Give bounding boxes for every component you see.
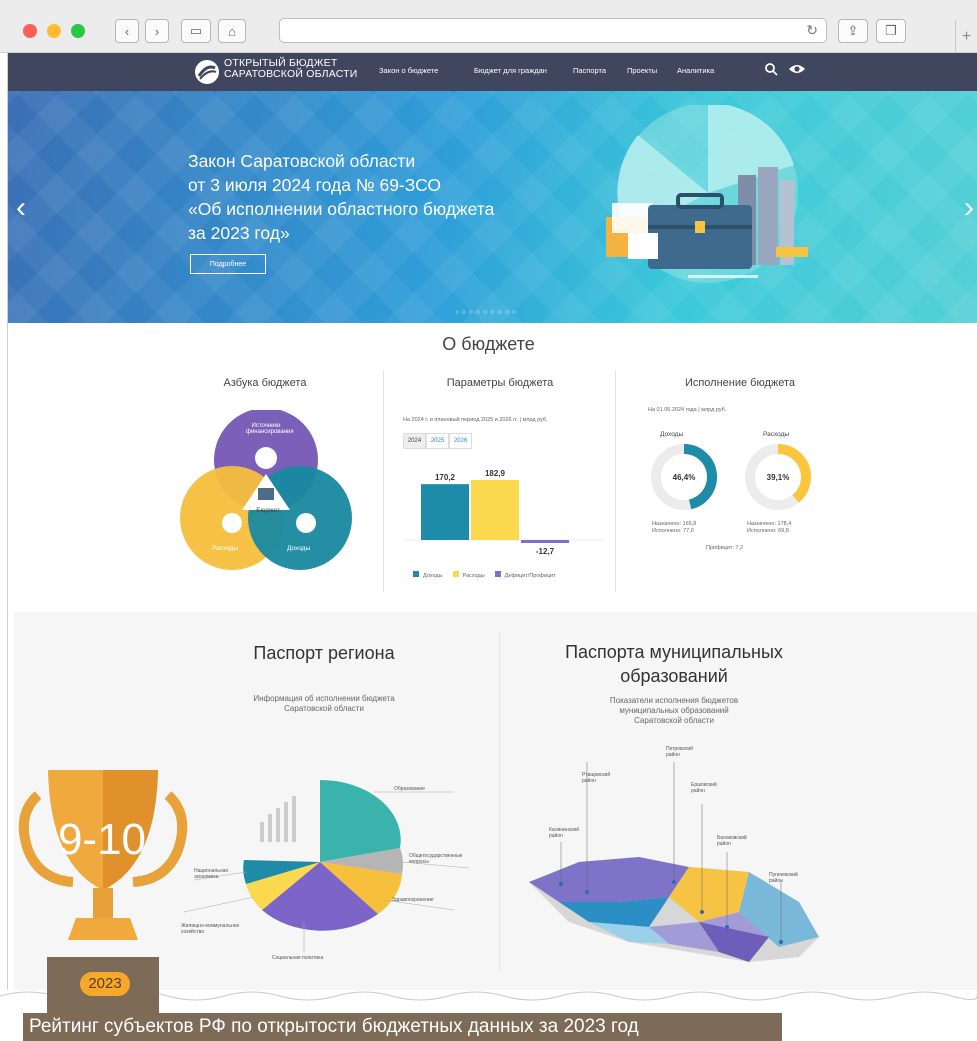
divider (615, 370, 616, 592)
bar-value-label: 170,2 (435, 473, 456, 482)
income-done: Исполнено: 77,0 (652, 528, 694, 534)
proficit: Профицит: 7,2 (706, 545, 744, 551)
venn-center-label: Бюджет (256, 507, 280, 514)
site-header: ОТКРЫТЫЙ БЮДЖЕТ САРАТОВСКОЙ ОБЛАСТИ Зако… (8, 53, 977, 91)
rating-caption: Рейтинг субъектов РФ по открытости бюдже… (23, 1013, 782, 1041)
nav-law[interactable]: Закон о бюджете (379, 66, 438, 75)
params-note: На 2024 г. и плановый период 2025 и 2026… (403, 417, 548, 423)
home-icon[interactable]: ⌂ (218, 19, 246, 43)
search-icon[interactable] (764, 62, 778, 76)
income-label: Доходы (660, 431, 684, 438)
browser-toolbar: ‹ › ▭ ⌂ ↻ ⇪ ❐ + (0, 0, 977, 53)
trophy-icon (18, 770, 188, 940)
municipal-subtitle: Показатели исполнения бюджетов муниципал… (609, 696, 739, 725)
slide-pager[interactable]: ›○○○○○○○○ (456, 309, 519, 316)
label-petrovsk: Петровский район (666, 746, 693, 758)
year-pill: 2023 (80, 972, 130, 996)
maximize-window-button[interactable] (71, 24, 85, 38)
bank-icon (255, 447, 277, 469)
bar-deficit[interactable] (521, 540, 569, 543)
venn-left-label: Расходы (212, 545, 239, 552)
passport-title[interactable]: Паспорт региона (184, 643, 464, 664)
venn-right-label: Доходы (287, 545, 311, 552)
bar-value-label: 182,9 (485, 469, 506, 478)
logo-text[interactable]: ОТКРЫТЫЙ БЮДЖЕТ САРАТОВСКОЙ ОБЛАСТИ (224, 58, 358, 80)
briefcase-illustration (606, 105, 808, 283)
year-tabs: 2024 2025 2026 (403, 433, 472, 449)
legend-expenses: Расходы (452, 571, 485, 579)
minimize-window-button[interactable] (47, 24, 61, 38)
municipal-title[interactable]: Паспорта муниципальных образований (534, 640, 814, 688)
rank-number: 9-10 (57, 815, 147, 864)
share-icon[interactable]: ⇪ (838, 19, 868, 43)
exec-note: На 01.06.2024 года | млрд руб. (648, 407, 727, 413)
bar-income[interactable] (421, 484, 469, 540)
bar-expenses[interactable] (471, 480, 519, 540)
next-slide-icon[interactable]: › (964, 191, 974, 225)
logo-line-2: САРАТОВСКОЙ ОБЛАСТИ (224, 68, 358, 80)
label-ershov: Ершовский район (691, 782, 717, 794)
back-icon[interactable]: ‹ (115, 19, 139, 43)
tab-2025[interactable]: 2025 (426, 433, 449, 449)
divider (499, 632, 500, 972)
nav-analytics[interactable]: Аналитика (677, 66, 714, 75)
logo-icon[interactable] (194, 59, 220, 85)
label-rtishchevo: Ртищевский район (582, 772, 611, 784)
coins-icon (222, 513, 242, 533)
label-education: Образование (394, 786, 425, 792)
more-button[interactable]: Подробнее (190, 254, 266, 274)
label-health: Здравоохранение (392, 897, 434, 903)
income-assigned: Назначено: 165,8 (652, 521, 697, 527)
label-economy: Национальная экономика (194, 868, 229, 880)
address-bar[interactable]: ↻ (279, 18, 827, 43)
tab-2024[interactable]: 2024 (403, 433, 426, 449)
new-tab-icon[interactable]: + (955, 20, 977, 53)
expense-done: Исполнено: 69,8 (747, 528, 789, 534)
divider (383, 370, 384, 592)
params-bar-chart: 170,2 182,9 -12,7 (405, 469, 605, 556)
label-general: Общегосударственные вопросы (409, 853, 463, 865)
nav-citizens[interactable]: Бюджет для граждан (474, 66, 547, 75)
reload-icon[interactable]: ↻ (806, 22, 818, 39)
abc-title[interactable]: Азбука бюджета (180, 377, 350, 389)
hero-title: Закон Саратовской области от 3 июля 2024… (188, 151, 495, 243)
expense-percent: 39,1% (766, 473, 790, 482)
sidebar-icon[interactable]: ▭ (181, 19, 211, 43)
close-window-button[interactable] (23, 24, 37, 38)
hero-banner: Закон Саратовской области от 3 июля 2024… (8, 91, 977, 323)
income-percent: 46,4% (672, 473, 696, 482)
forward-icon[interactable]: › (145, 19, 169, 43)
label-balakovo: Балаковский район (717, 835, 747, 847)
expense-assigned: Назначено: 178,4 (747, 521, 792, 527)
venn-top-label: Источники финансирования (246, 423, 294, 435)
params-title[interactable]: Параметры бюджета (400, 377, 600, 389)
label-kalininsk: Калининский район (549, 827, 579, 839)
tabs-icon[interactable]: ❐ (876, 19, 906, 43)
params-legend: Доходы Расходы Дефицит/Профицит (413, 571, 556, 579)
prev-slide-icon[interactable]: ‹ (16, 191, 26, 225)
passport-subtitle: Информация об исполнении бюджета Саратов… (253, 694, 395, 713)
about-title: О бюджете (442, 334, 535, 354)
legend-deficit: Дефицит/Профицит (494, 571, 556, 579)
label-social: Социальная политика (272, 955, 324, 961)
bar-value-label: -12,7 (536, 547, 555, 556)
legend-income: Доходы (413, 571, 443, 579)
label-housing: Жилищно-коммунальное хозяйство (181, 923, 240, 935)
label-pugachev: Пугачевский район (769, 872, 798, 884)
expense-label: Расходы (763, 431, 790, 438)
tab-2026[interactable]: 2026 (449, 433, 472, 449)
eye-icon[interactable] (788, 62, 806, 76)
exec-title[interactable]: Исполнение бюджета (640, 377, 840, 389)
nav-passports[interactable]: Паспорта (573, 66, 606, 75)
ruble-icon (296, 513, 316, 533)
nav-projects[interactable]: Проекты (627, 66, 657, 75)
